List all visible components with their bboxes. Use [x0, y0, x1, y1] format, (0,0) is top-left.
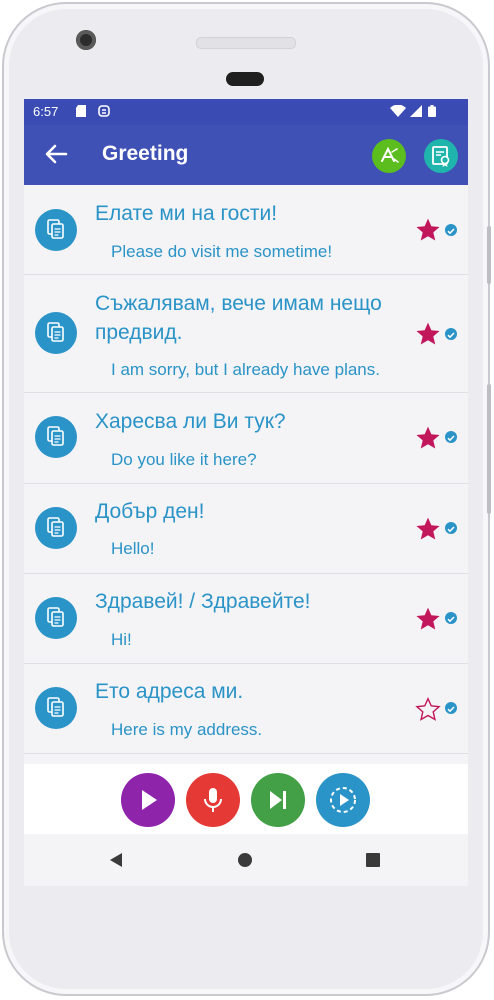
check-icon	[447, 435, 455, 442]
copy-icon	[47, 697, 64, 717]
check-icon	[447, 706, 455, 713]
screen: 6:57 Greeting Елате ми на гости! Please …	[24, 99, 468, 886]
copy-icon	[47, 426, 64, 446]
record-button[interactable]	[186, 773, 240, 827]
check-badge	[445, 702, 457, 714]
phrase-text: Харесва ли Ви тук?	[95, 410, 286, 433]
certificate-button[interactable]	[424, 139, 458, 173]
page-title: Greeting	[102, 142, 189, 165]
autoplay-button[interactable]	[316, 773, 370, 827]
phrase-item[interactable]: Ето адреса ми. Here is my address.	[24, 664, 468, 754]
check-badge	[445, 328, 457, 340]
check-icon	[447, 616, 455, 623]
check-badge	[445, 431, 457, 443]
microphone-icon	[204, 788, 222, 812]
star-icon[interactable]	[415, 425, 441, 451]
translate-button[interactable]	[372, 139, 406, 173]
translate-icon	[381, 146, 399, 163]
skip-next-icon	[270, 791, 286, 809]
star-icon[interactable]	[415, 516, 441, 542]
wifi-icon	[390, 105, 406, 117]
autoplay-icon	[330, 787, 356, 813]
phrase-text: Здравей! / Здравейте!	[95, 590, 311, 613]
phrase-item[interactable]: Добър ден! Hello!	[24, 484, 468, 574]
star-outline-icon[interactable]	[415, 696, 441, 722]
notification-icon	[98, 105, 110, 117]
copy-icon	[47, 322, 64, 342]
status-time: 6:57	[33, 104, 59, 119]
check-icon	[447, 526, 455, 533]
sd-card-icon	[76, 105, 86, 117]
copy-button[interactable]	[35, 312, 77, 354]
check-icon	[447, 332, 455, 339]
next-button[interactable]	[251, 773, 305, 827]
translation-text: Hello!	[111, 539, 155, 558]
certificate-icon	[432, 146, 450, 167]
phrase-text: Елате ми на гости!	[95, 202, 278, 225]
nav-recents-icon[interactable]	[366, 853, 380, 867]
translation-text: Do you like it here?	[111, 450, 257, 469]
phrase-item[interactable]: Харесва ли Ви тук? Do you like it here?	[24, 393, 468, 484]
check-badge	[445, 522, 457, 534]
translation-text: Please do visit me sometime!	[111, 242, 333, 261]
play-icon	[142, 790, 157, 810]
status-bar: 6:57	[24, 99, 468, 125]
copy-button[interactable]	[35, 507, 77, 549]
playback-controls	[24, 764, 468, 834]
copy-icon	[47, 607, 64, 627]
copy-icon	[47, 517, 64, 537]
volume-button	[487, 226, 491, 284]
star-icon[interactable]	[415, 606, 441, 632]
back-arrow-icon[interactable]	[42, 140, 70, 168]
check-badge	[445, 224, 457, 236]
phrase-text: Добър ден!	[95, 500, 205, 523]
translation-text: Hi!	[111, 630, 132, 649]
nav-back-icon[interactable]	[108, 852, 124, 868]
check-badge	[445, 612, 457, 624]
star-icon[interactable]	[415, 321, 441, 347]
star-icon[interactable]	[415, 217, 441, 243]
copy-button[interactable]	[35, 416, 77, 458]
play-button[interactable]	[121, 773, 175, 827]
translation-text: I am sorry, but I already have plans.	[111, 360, 380, 379]
phrase-item[interactable]: Здравей! / Здравейте! Hi!	[24, 574, 468, 664]
copy-button[interactable]	[35, 597, 77, 639]
phrase-item[interactable]: Елате ми на гости! Please do visit me so…	[24, 185, 468, 275]
signal-icon	[410, 105, 422, 117]
translation-text: Here is my address.	[111, 720, 263, 739]
front-camera	[76, 30, 96, 50]
copy-button[interactable]	[35, 209, 77, 251]
battery-icon	[428, 105, 436, 117]
phrase-text: Съжалявам, вече имам нещо предвид.	[95, 292, 382, 344]
check-icon	[447, 228, 455, 235]
copy-icon	[47, 219, 64, 239]
earpiece-speaker	[196, 37, 296, 49]
side-button	[487, 384, 491, 514]
phrase-text: Ето адреса ми.	[95, 680, 244, 703]
nav-home-icon[interactable]	[237, 852, 253, 868]
copy-button[interactable]	[35, 687, 77, 729]
phrase-item[interactable]: Съжалявам, вече имам нещо предвид. I am …	[24, 275, 468, 393]
sensor-bar	[226, 72, 264, 86]
app-bar: Greeting	[24, 125, 468, 185]
navigation-bar	[24, 834, 468, 886]
